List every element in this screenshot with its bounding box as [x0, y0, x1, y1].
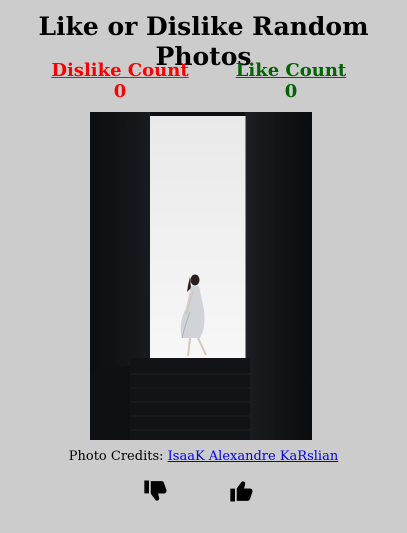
dislike-count-label: Dislike Count — [51, 60, 189, 81]
like-count-label: Like Count — [235, 60, 347, 81]
dislike-button[interactable] — [142, 476, 172, 506]
like-count-value: 0 — [284, 81, 298, 102]
thumbs-down-icon — [144, 480, 167, 501]
like-button[interactable] — [228, 476, 258, 506]
thumbs-up-icon — [230, 481, 253, 502]
dislike-counter: Dislike Count 0 — [40, 60, 200, 102]
dislike-count-value: 0 — [113, 81, 127, 102]
photo-credits-prefix: Photo Credits: — [68, 449, 168, 464]
photo-author-link[interactable]: IsaaK Alexandre KaRslian — [168, 449, 339, 464]
random-photo — [90, 112, 312, 440]
like-counter: Like Count 0 — [211, 60, 371, 102]
photo-image — [90, 112, 312, 440]
photo-credits: Photo Credits: IsaaK Alexandre KaRslian — [0, 449, 407, 465]
